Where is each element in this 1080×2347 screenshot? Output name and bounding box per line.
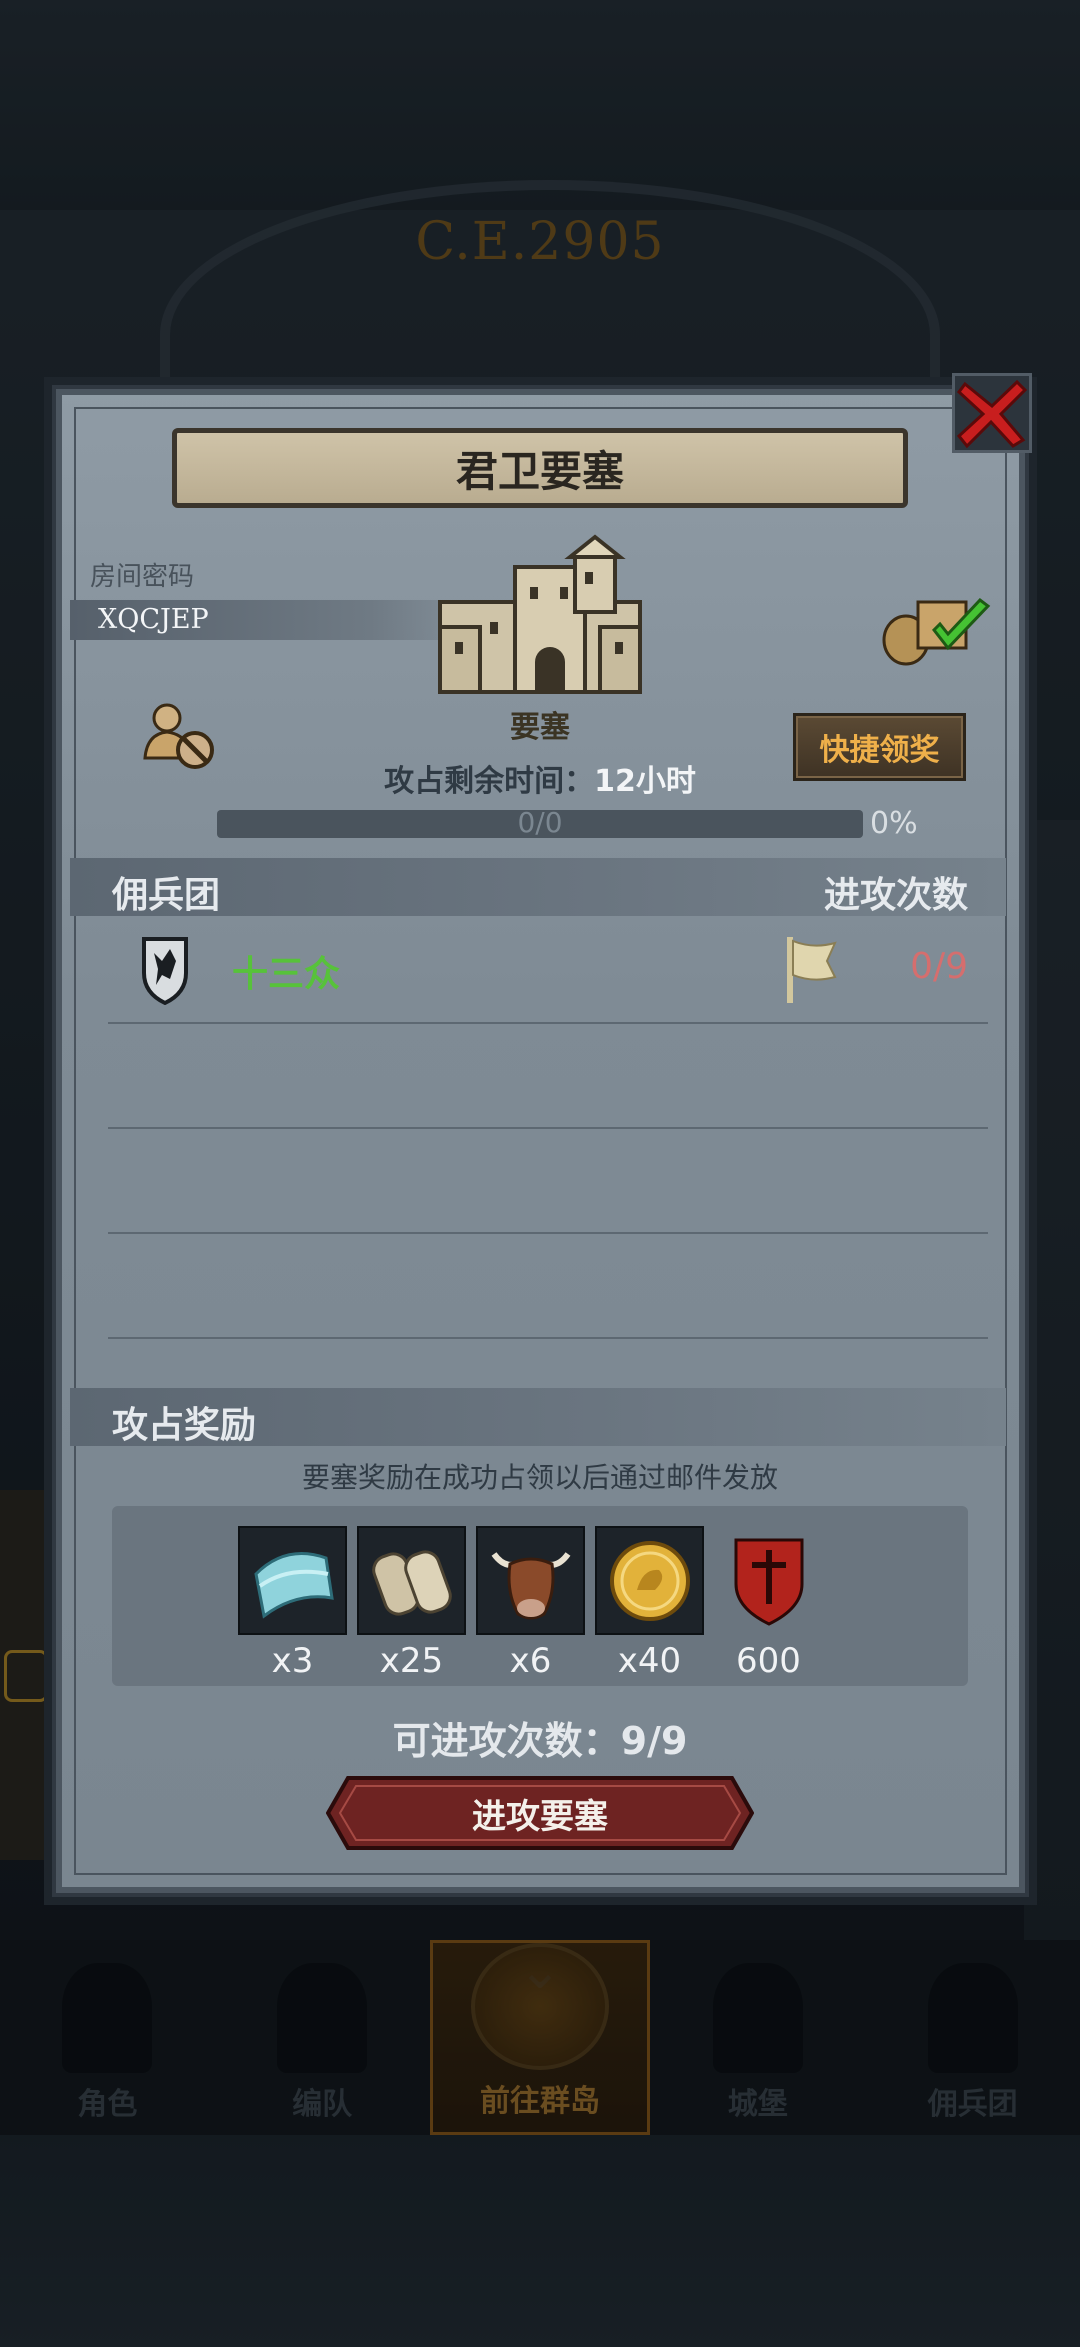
attempts-label: 可进攻次数： xyxy=(392,1719,621,1763)
row-divider xyxy=(108,1022,988,1024)
guild-emblem-icon xyxy=(734,1538,803,1626)
room-code-label: 房间密码 xyxy=(90,562,195,592)
reward-header: 攻占奖励 xyxy=(112,1405,257,1446)
reward-note: 要塞奖励在成功占领以后通过邮件发放 xyxy=(301,1461,778,1494)
reward-qty: x25 xyxy=(379,1641,444,1681)
scroll-icon xyxy=(371,1549,452,1616)
guild-attack-count: 0/9 xyxy=(910,946,968,987)
reward-bag-check-icon[interactable] xyxy=(876,590,996,670)
reward-item[interactable]: 600 xyxy=(714,1526,823,1681)
attempts-value: 9/9 xyxy=(620,1719,688,1763)
close-icon xyxy=(956,379,1028,449)
reward-list: x3 x25 x6 x40 600 xyxy=(238,1526,823,1681)
reward-item[interactable]: x3 xyxy=(238,1526,347,1681)
dialog-title: 君卫要塞 xyxy=(172,428,908,508)
bull-icon xyxy=(491,1551,570,1619)
reward-item[interactable]: x25 xyxy=(357,1526,466,1681)
row-divider xyxy=(108,1127,988,1129)
attack-fortress-button[interactable]: 进攻要塞 xyxy=(326,1774,754,1852)
flag-icon xyxy=(787,937,837,1003)
reward-icon-box xyxy=(595,1526,704,1635)
reward-item[interactable]: x40 xyxy=(595,1526,704,1681)
reward-item[interactable]: x6 xyxy=(476,1526,585,1681)
close-button[interactable] xyxy=(952,373,1032,453)
reward-qty: x40 xyxy=(617,1641,682,1681)
cloth-icon xyxy=(253,1551,334,1619)
guild-header: 佣兵团 xyxy=(112,875,221,916)
room-code-value[interactable]: XQCJEP xyxy=(98,604,209,635)
wolf-shield-icon xyxy=(142,937,188,1005)
time-label: 攻占剩余时间： xyxy=(384,764,595,799)
progress-text: 0/0 xyxy=(517,806,563,839)
attack-count-header: 进攻次数 xyxy=(823,875,968,916)
reward-qty: x3 xyxy=(271,1641,314,1681)
guild-name[interactable]: 十三众 xyxy=(232,945,340,997)
attack-button-label: 进攻要塞 xyxy=(472,1796,608,1837)
reward-header-strip: 攻占奖励 xyxy=(70,1388,1006,1446)
fortress-icon xyxy=(438,534,642,694)
reward-icon-box xyxy=(238,1526,347,1635)
row-divider xyxy=(108,1232,988,1234)
fortress-label: 要塞 xyxy=(510,710,570,745)
available-attacks: 可进攻次数：9/9 xyxy=(0,1710,1080,1765)
time-value: 12小时 xyxy=(594,764,696,799)
guild-header-strip: 佣兵团 进攻次数 xyxy=(70,858,1006,916)
reward-icon-box xyxy=(714,1526,823,1635)
reward-qty: 600 xyxy=(736,1641,801,1681)
capture-time-remaining: 攻占剩余时间：12小时 xyxy=(0,756,1080,800)
reward-qty: x6 xyxy=(509,1641,552,1681)
reward-icon-box xyxy=(357,1526,466,1635)
row-divider xyxy=(108,1337,988,1339)
progress-percent: 0% xyxy=(870,806,918,841)
reward-icon-box xyxy=(476,1526,585,1635)
gold-coin-icon xyxy=(609,1540,690,1621)
